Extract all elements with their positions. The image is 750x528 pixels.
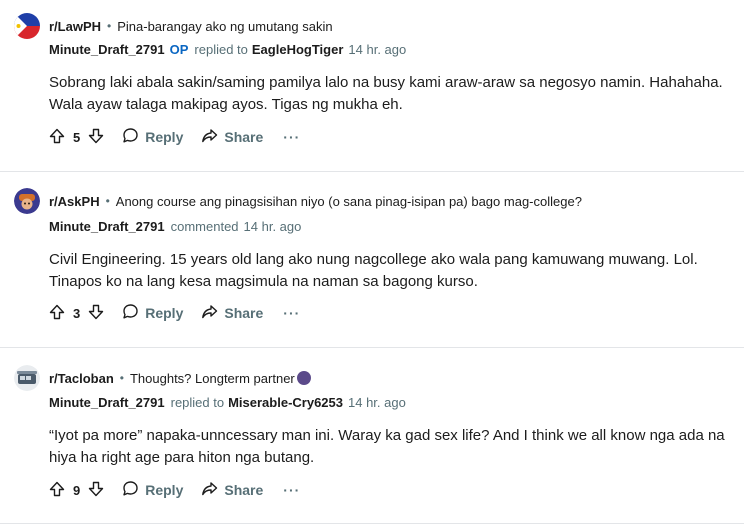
comment-meta: Minute_Draft_2791 commented 14 hr. ago	[49, 219, 301, 234]
more-options-button[interactable]: ···	[283, 305, 300, 321]
askph-avatar-icon[interactable]	[14, 188, 40, 214]
emoji-icon	[296, 370, 311, 385]
share-arrow-icon	[201, 480, 224, 500]
share-arrow-icon	[201, 127, 224, 147]
comment-item: r/Tacloban • Thoughts? Longterm partner …	[0, 348, 750, 524]
upvote-icon[interactable]	[49, 481, 65, 500]
post-title-text: Thoughts? Longterm partner	[129, 370, 295, 386]
subreddit-link[interactable]: r/LawPH	[49, 19, 101, 34]
comment-body-line: “Iyot pa more” napaka-unncessary man ini…	[49, 427, 725, 444]
separator-dot: •	[119, 371, 124, 385]
comment-body: Sobrang laki abala sakin/saming pamilya …	[49, 72, 729, 116]
share-label: Share	[224, 129, 264, 145]
author-link[interactable]: Minute_Draft_2791	[49, 395, 165, 410]
comment-item: r/AskPH • Anong course ang pinagsisihan …	[0, 172, 750, 348]
post-title-link[interactable]: Thoughts? Longterm partner	[129, 370, 311, 386]
post-title-link[interactable]: Pina-barangay ako ng umutang sakin	[117, 19, 332, 34]
subreddit-link[interactable]: r/Tacloban	[49, 371, 114, 386]
comment-body: Civil Engineering. 15 years old lang ako…	[49, 249, 729, 293]
share-label: Share	[224, 305, 264, 321]
reply-target-link[interactable]: EagleHogTiger	[252, 42, 344, 57]
op-badge: OP	[169, 42, 189, 57]
author-link[interactable]: Minute_Draft_2791	[49, 219, 165, 234]
comment-body-line: Civil Engineering. 15 years old lang ako…	[49, 251, 698, 268]
timestamp[interactable]: 14 hr. ago	[244, 219, 302, 234]
comment-header: r/LawPH • Pina-barangay ako ng umutang s…	[14, 11, 333, 41]
vote-control: 9	[49, 481, 104, 500]
share-button[interactable]: Share	[201, 303, 263, 323]
tacloban-avatar-icon[interactable]	[14, 365, 40, 391]
share-button[interactable]: Share	[201, 480, 263, 500]
reply-target-link[interactable]: Miserable-Cry6253	[228, 395, 343, 410]
action-text: replied to	[170, 395, 225, 410]
reply-label: Reply	[145, 305, 184, 321]
comment-bubble-icon	[122, 127, 145, 147]
action-text: replied to	[194, 42, 248, 57]
vote-count: 3	[73, 305, 81, 321]
comment-bubble-icon	[122, 480, 145, 500]
comment-actions: 9 Reply Share ···	[49, 478, 300, 502]
reply-label: Reply	[145, 129, 184, 145]
downvote-icon[interactable]	[88, 304, 104, 323]
comment-actions: 5 Reply Share ···	[49, 125, 300, 149]
reply-button[interactable]: Reply	[122, 127, 183, 147]
divider	[0, 523, 744, 524]
comment-meta: Minute_Draft_2791 replied to Miserable-C…	[49, 395, 406, 410]
action-text: commented	[170, 219, 239, 234]
vote-control: 5	[49, 128, 104, 147]
subreddit-link[interactable]: r/AskPH	[49, 194, 100, 209]
upvote-icon[interactable]	[49, 128, 65, 147]
share-button[interactable]: Share	[201, 127, 263, 147]
post-title-link[interactable]: Anong course ang pinagsisihan niyo (o sa…	[116, 194, 582, 209]
upvote-icon[interactable]	[49, 304, 65, 323]
share-label: Share	[224, 482, 264, 498]
comment-bubble-icon	[122, 303, 145, 323]
vote-count: 9	[73, 482, 81, 498]
comment-header: r/AskPH • Anong course ang pinagsisihan …	[14, 186, 582, 216]
author-link[interactable]: Minute_Draft_2791	[49, 42, 165, 57]
separator-dot: •	[105, 194, 110, 208]
reply-button[interactable]: Reply	[122, 303, 183, 323]
more-options-button[interactable]: ···	[283, 482, 300, 498]
comment-body-line: Tinapos ko na lang kesa magsimula na nam…	[49, 273, 478, 290]
comment-actions: 3 Reply Share ···	[49, 301, 300, 325]
comment-body-line: Sobrang laki abala sakin/saming pamilya …	[49, 74, 723, 91]
separator-dot: •	[107, 19, 112, 33]
comment-body-line: hiya ha right age para hiton nga butang.	[49, 449, 315, 466]
reply-label: Reply	[145, 482, 184, 498]
vote-count: 5	[73, 129, 81, 145]
share-arrow-icon	[201, 303, 224, 323]
comment-item: r/LawPH • Pina-barangay ako ng umutang s…	[0, 0, 750, 172]
comment-meta: Minute_Draft_2791 OP replied to EagleHog…	[49, 42, 406, 57]
timestamp[interactable]: 14 hr. ago	[348, 42, 406, 57]
philippines-flag-avatar-icon[interactable]	[14, 13, 40, 39]
reply-button[interactable]: Reply	[122, 480, 183, 500]
more-options-button[interactable]: ···	[283, 129, 300, 145]
comment-body-line: Wala ayaw talaga makipag ayos. Tigas ng …	[49, 96, 403, 113]
downvote-icon[interactable]	[88, 128, 104, 147]
vote-control: 3	[49, 304, 104, 323]
timestamp[interactable]: 14 hr. ago	[348, 395, 406, 410]
comment-body: “Iyot pa more” napaka-unncessary man ini…	[49, 425, 729, 469]
downvote-icon[interactable]	[88, 481, 104, 500]
comment-header: r/Tacloban • Thoughts? Longterm partner	[14, 363, 311, 393]
